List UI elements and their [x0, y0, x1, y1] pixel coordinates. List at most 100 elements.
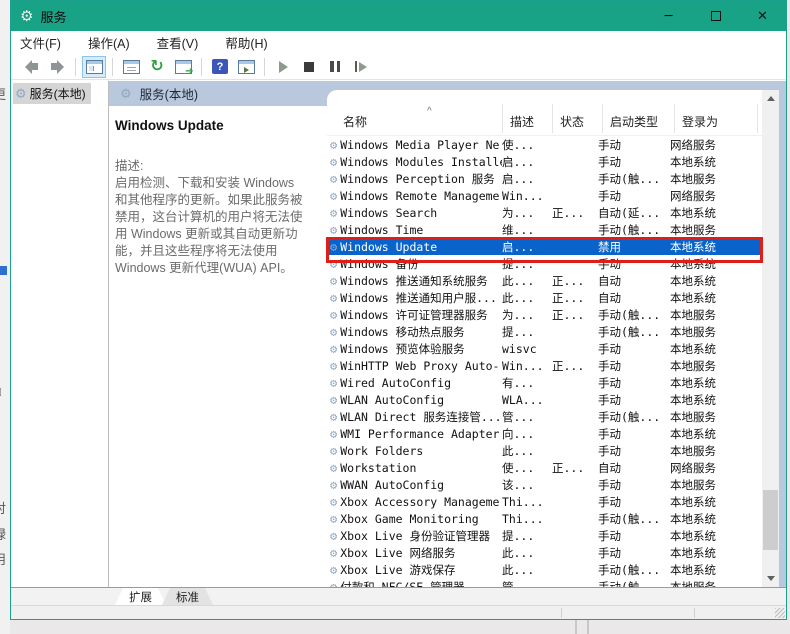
pause-service-button[interactable]: [323, 56, 347, 78]
service-row[interactable]: ⚙ WLAN AutoConfig WLA... 手动 本地系统: [327, 391, 762, 408]
column-header-logon[interactable]: 登录为: [682, 113, 718, 130]
service-row[interactable]: ⚙ Windows 移动热点服务 提... 手动(触... 本地服务: [327, 323, 762, 340]
menu-help[interactable]: 帮助(H): [225, 33, 267, 52]
service-name-cell: ⚙ Xbox Live 游戏保存: [330, 562, 456, 577]
scroll-up-button[interactable]: [762, 90, 779, 107]
service-row[interactable]: ⚙ Xbox Live 网络服务 此... 手动 本地系统: [327, 544, 762, 561]
service-desc-cell: 使...: [502, 460, 535, 475]
service-row[interactable]: ⚙ Xbox Live 游戏保存 此... 手动(触... 本地系统: [327, 561, 762, 578]
column-separator[interactable]: [602, 104, 603, 133]
stop-service-button[interactable]: [297, 56, 321, 78]
service-row[interactable]: ⚙WinHTTP Web Proxy Auto-... Win... 正... …: [327, 357, 762, 374]
service-row[interactable]: ⚙ Windows Update 启... 禁用 本地系统: [327, 238, 762, 255]
scroll-down-button[interactable]: [762, 570, 779, 587]
tree-item-label: 服务(本地): [29, 87, 86, 101]
service-startup-cell: 禁用: [598, 239, 621, 254]
column-header-status[interactable]: 状态: [560, 113, 584, 130]
service-startup-cell: 手动: [598, 256, 621, 271]
service-gear-icon: ⚙: [330, 494, 338, 509]
service-logon-cell: 本地系统: [670, 290, 716, 305]
menu-file[interactable]: 文件(F): [20, 33, 61, 52]
menu-view[interactable]: 查看(V): [157, 33, 199, 52]
column-separator[interactable]: [552, 104, 553, 133]
service-logon-cell: 本地服务: [670, 171, 716, 186]
service-row[interactable]: ⚙ WLAN Direct 服务连接管... 管... 手动(触... 本地服务: [327, 408, 762, 425]
service-gear-icon: ⚙: [330, 392, 338, 407]
service-row[interactable]: ⚙ Windows 推送通知用户服... 此... 正... 自动 本地系统: [327, 289, 762, 306]
column-header-desc[interactable]: 描述: [510, 113, 534, 130]
tab-extended[interactable]: 扩展: [115, 588, 166, 605]
tree-item-services-local[interactable]: ⚙ 服务(本地): [13, 83, 91, 104]
column-header-name[interactable]: 名称: [343, 113, 367, 130]
tab-standard[interactable]: 标准: [162, 588, 213, 605]
service-row[interactable]: ⚙ Windows 预览体验服务 wisvc 手动 本地系统: [327, 340, 762, 357]
maximize-button[interactable]: [692, 1, 739, 31]
service-name-cell: ⚙ Windows 推送通知用户服...: [330, 290, 497, 305]
help-icon: ?: [212, 59, 228, 74]
service-logon-cell: 本地服务: [670, 579, 716, 588]
resize-grip-icon[interactable]: [775, 608, 785, 618]
service-row[interactable]: ⚙ Windows 备份 提... 手动 本地系统: [327, 255, 762, 272]
service-row[interactable]: ⚙Xbox Accessory Manageme... Thi... 手动 本地…: [327, 493, 762, 510]
service-row[interactable]: ⚙ Xbox Game Monitoring Thi... 手动(触... 本地系…: [327, 510, 762, 527]
service-startup-cell: 手动(触...: [598, 562, 661, 577]
service-row[interactable]: ⚙ Windows Search 为... 正... 自动(延... 本地系统: [327, 204, 762, 221]
service-status-cell: 正...: [552, 205, 585, 220]
service-row[interactable]: ⚙ Windows Time 维... 手动(触... 本地服务: [327, 221, 762, 238]
start-service-button[interactable]: [271, 56, 295, 78]
service-status-cell: 正...: [552, 307, 585, 322]
description-panel: Windows Update 描述: 启用检测、下载和安装 Windows 和其…: [109, 106, 327, 587]
service-gear-icon: ⚙: [330, 545, 338, 560]
service-status-cell: 正...: [552, 358, 585, 373]
service-row[interactable]: ⚙ Windows 许可证管理器服务 为... 正... 手动(触... 本地服务: [327, 306, 762, 323]
vertical-scrollbar[interactable]: [762, 90, 779, 587]
service-startup-cell: 自动: [598, 290, 621, 305]
column-separator[interactable]: [502, 104, 503, 133]
service-desc-cell: 此...: [502, 545, 535, 560]
service-logon-cell: 本地系统: [670, 545, 716, 560]
scrollbar-thumb[interactable]: [763, 490, 778, 550]
minimize-button[interactable]: ─: [645, 1, 692, 31]
service-row[interactable]: ⚙ Windows Perception 服务 启... 手动(触... 本地服务: [327, 170, 762, 187]
forward-button[interactable]: [45, 56, 69, 78]
service-logon-cell: 本地服务: [670, 443, 716, 458]
service-row[interactable]: ⚙ WMI Performance Adapter 向... 手动 本地系统: [327, 425, 762, 442]
export-list-button[interactable]: [171, 56, 195, 78]
service-row[interactable]: ⚙ Xbox Live 身份验证管理器 提... 手动 本地系统: [327, 527, 762, 544]
column-separator[interactable]: [674, 104, 675, 133]
show-console-tree-button[interactable]: [82, 55, 106, 78]
show-hide-action-pane-button[interactable]: [234, 56, 258, 78]
service-row[interactable]: ⚙ Work Folders 此... 手动 本地服务: [327, 442, 762, 459]
service-gear-icon: ⚙: [330, 273, 338, 288]
service-startup-cell: 自动: [598, 273, 621, 288]
service-gear-icon: ⚙: [15, 86, 27, 101]
restart-service-button[interactable]: [349, 56, 373, 78]
menu-action[interactable]: 操作(A): [88, 33, 130, 52]
service-logon-cell: 本地服务: [670, 222, 716, 237]
service-row[interactable]: ⚙ WWAN AutoConfig 该... 手动 本地服务: [327, 476, 762, 493]
service-status-cell: 正...: [552, 460, 585, 475]
service-row[interactable]: ⚙ Wired AutoConfig 有... 手动 本地系统: [327, 374, 762, 391]
column-header-startup[interactable]: 启动类型: [610, 113, 658, 130]
service-row[interactable]: ⚙Windows Media Player Ne... 使... 手动 网络服务: [327, 136, 762, 153]
service-desc-cell: Thi...: [502, 494, 544, 509]
refresh-button[interactable]: ↻: [145, 56, 169, 78]
service-gear-icon: ⚙: [330, 154, 338, 169]
close-button[interactable]: ✕: [739, 1, 786, 31]
service-row[interactable]: ⚙ Windows Modules Installer 启... 手动 本地系统: [327, 153, 762, 170]
service-logon-cell: 本地系统: [670, 239, 716, 254]
back-button[interactable]: [19, 56, 43, 78]
service-row[interactable]: ⚙Windows Remote Manageme... Win... 手动 网络…: [327, 187, 762, 204]
column-separator[interactable]: [757, 104, 758, 133]
service-startup-cell: 自动(延...: [598, 205, 661, 220]
service-logon-cell: 本地服务: [670, 307, 716, 322]
properties-button[interactable]: [119, 56, 143, 78]
service-row[interactable]: ⚙ Workstation 使... 正... 自动 网络服务: [327, 459, 762, 476]
chevron-up-icon: [766, 96, 775, 101]
service-row[interactable]: ⚙ Windows 推送通知系统服务 此... 正... 自动 本地系统: [327, 272, 762, 289]
service-row[interactable]: ⚙ 付款和 NFC/SE 管理器 管... 手动(触... 本地服务: [327, 578, 762, 588]
service-startup-cell: 手动: [598, 154, 621, 169]
help-button[interactable]: ?: [208, 56, 232, 78]
window-title: 服务: [40, 9, 67, 25]
service-startup-cell: 手动: [598, 358, 621, 373]
